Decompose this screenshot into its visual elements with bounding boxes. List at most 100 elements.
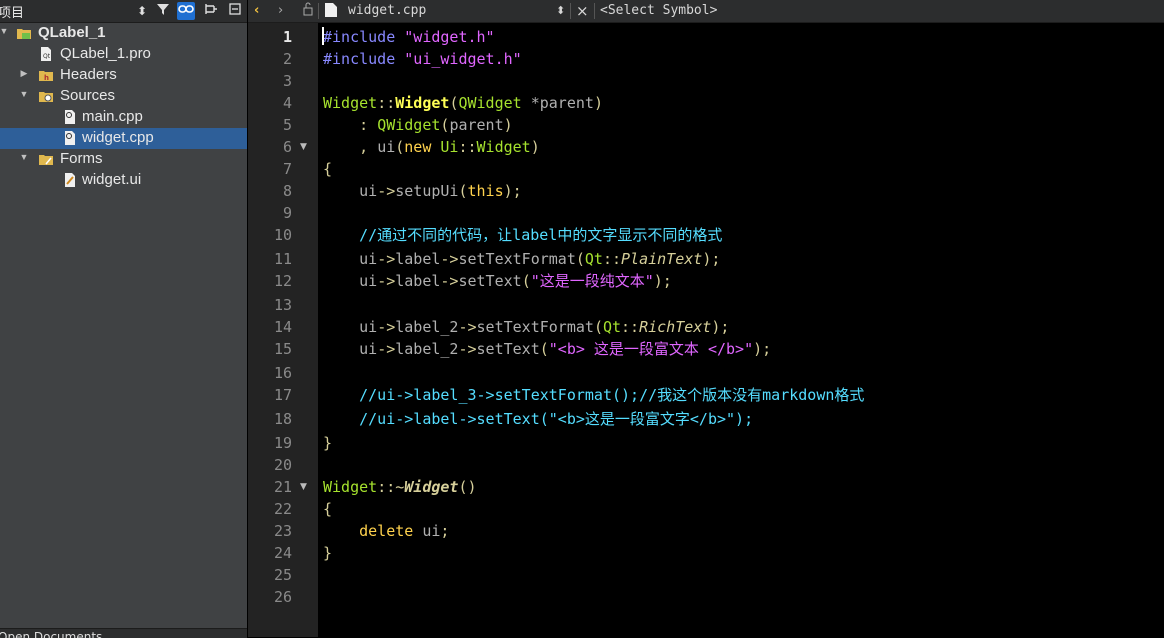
line-number[interactable]: 10 bbox=[248, 224, 292, 246]
line-number[interactable]: 14 bbox=[248, 316, 292, 338]
lock-icon[interactable] bbox=[302, 2, 314, 22]
line-number[interactable]: 20 bbox=[248, 454, 292, 476]
line-number[interactable]: 8 bbox=[248, 180, 292, 202]
code-line: , ui(new Ui::Widget) bbox=[359, 138, 540, 156]
tree-item-label: QLabel_1.pro bbox=[60, 45, 151, 62]
code-line: : QWidget(parent) bbox=[359, 116, 513, 134]
line-number[interactable]: 2 bbox=[248, 48, 292, 70]
pro-file-icon: Qt bbox=[38, 46, 54, 62]
code-line: ui->label->setTextFormat(Qt::PlainText); bbox=[359, 250, 721, 268]
toolbar-separator bbox=[570, 3, 571, 19]
tree-item-label: Sources bbox=[60, 87, 116, 104]
line-number[interactable]: 6 bbox=[248, 136, 292, 158]
line-number[interactable]: 13 bbox=[248, 294, 292, 316]
code-line: Widget::Widget(QWidget *parent) bbox=[323, 94, 603, 112]
line-number[interactable]: 7 bbox=[248, 158, 292, 180]
line-number[interactable]: 23 bbox=[248, 520, 292, 542]
collapse-arrow-icon[interactable]: ▼ bbox=[18, 89, 30, 99]
project-pane: 项目 ⬍ ▼ QLabel_1 Qt QLabel_1.pro ▶ h Head… bbox=[0, 0, 247, 638]
sort-arrows-icon[interactable]: ⬍ bbox=[133, 2, 151, 20]
cpp-file-icon bbox=[62, 130, 78, 146]
code-line: #include "ui_widget.h" bbox=[323, 50, 522, 68]
line-number[interactable]: 12 bbox=[248, 270, 292, 292]
line-number[interactable]: 15 bbox=[248, 338, 292, 360]
cpp-file-icon bbox=[62, 109, 78, 125]
close-pane-icon[interactable] bbox=[226, 2, 244, 20]
tree-item-label: main.cpp bbox=[82, 108, 143, 125]
forward-arrow-icon[interactable]: › bbox=[278, 2, 283, 20]
line-number[interactable]: 19 bbox=[248, 432, 292, 454]
code-line: //通过不同的代码，让label中的文字显示不同的格式 bbox=[359, 226, 723, 244]
tree-item-sources[interactable]: ▼ Sources bbox=[0, 86, 247, 107]
ui-file-icon bbox=[62, 172, 78, 188]
svg-text:h: h bbox=[44, 74, 49, 82]
link-with-editor-icon[interactable] bbox=[177, 2, 195, 20]
back-arrow-icon[interactable]: ‹ bbox=[254, 2, 259, 20]
code-line: #include "widget.h" bbox=[323, 28, 495, 46]
tree-item-label: Headers bbox=[60, 66, 117, 83]
line-number-gutter: 1 2 3 4 5 6 7 8 9 10 11 12 13 14 15 16 17 18 19 20 21 22 23 24 2… bbox=[248, 23, 318, 637]
code-line: delete ui; bbox=[359, 522, 450, 540]
line-number[interactable]: 25 bbox=[248, 564, 292, 586]
tree-item-headers[interactable]: ▶ h Headers bbox=[0, 65, 247, 86]
sources-folder-icon bbox=[38, 88, 54, 104]
line-number[interactable]: 9 bbox=[248, 202, 292, 224]
code-line: //ui->label_3->setTextFormat();//我这个版本没有… bbox=[359, 386, 865, 404]
code-line: { bbox=[323, 160, 333, 178]
line-number[interactable]: 11 bbox=[248, 248, 292, 270]
code-line: ui->label->setText("这是一段纯文本"); bbox=[359, 272, 672, 290]
code-editor[interactable]: #include "widget.h" #include "ui_widget.… bbox=[319, 23, 1164, 637]
tree-item-pro-file[interactable]: Qt QLabel_1.pro bbox=[0, 44, 247, 65]
line-number[interactable]: 26 bbox=[248, 586, 292, 608]
line-number[interactable]: 5 bbox=[248, 114, 292, 136]
code-line: ui->label_2->setTextFormat(Qt::RichText)… bbox=[359, 318, 730, 336]
tree-item-forms[interactable]: ▼ Forms bbox=[0, 149, 247, 170]
expand-arrow-icon[interactable]: ▶ bbox=[18, 68, 30, 79]
line-number[interactable]: 3 bbox=[248, 70, 292, 92]
line-number[interactable]: 4 bbox=[248, 92, 292, 114]
project-folder-icon bbox=[16, 25, 32, 41]
code-line: } bbox=[323, 544, 333, 562]
tree-item-label: widget.cpp bbox=[82, 129, 154, 146]
project-pane-toolbar: 项目 ⬍ bbox=[0, 0, 247, 23]
line-number[interactable]: 22 bbox=[248, 498, 292, 520]
close-document-icon[interactable]: × bbox=[576, 2, 589, 20]
line-number[interactable]: 1 bbox=[248, 26, 292, 48]
toolbar-separator bbox=[318, 3, 319, 19]
filter-icon[interactable] bbox=[154, 2, 172, 20]
text-cursor bbox=[322, 27, 324, 45]
code-line: ui->setupUi(this); bbox=[359, 182, 522, 200]
collapse-arrow-icon[interactable]: ▼ bbox=[18, 152, 30, 162]
line-number[interactable]: 16 bbox=[248, 362, 292, 384]
svg-text:Qt: Qt bbox=[43, 53, 51, 60]
line-number[interactable]: 24 bbox=[248, 542, 292, 564]
collapse-arrow-icon[interactable]: ▼ bbox=[0, 26, 10, 36]
line-number[interactable]: 18 bbox=[248, 408, 292, 430]
document-icon bbox=[324, 2, 338, 24]
headers-folder-icon: h bbox=[38, 67, 54, 83]
line-number[interactable]: 17 bbox=[248, 384, 292, 406]
tree-item-label: widget.ui bbox=[82, 171, 142, 188]
file-selector[interactable]: widget.cpp bbox=[348, 2, 426, 20]
code-line: //ui->label->setText("<b>这是一段富文字</b>"); bbox=[359, 410, 754, 428]
code-line: } bbox=[323, 434, 333, 452]
tree-item-widget-cpp[interactable]: widget.cpp bbox=[0, 128, 247, 149]
toolbar-separator bbox=[594, 3, 595, 19]
code-line: ui->label_2->setText("<b> 这是一段富文本 </b>")… bbox=[359, 340, 772, 358]
code-line: Widget::~Widget() bbox=[323, 478, 477, 496]
tree-item-project[interactable]: ▼ QLabel_1 bbox=[0, 23, 247, 44]
split-icon[interactable] bbox=[202, 2, 220, 20]
fold-marker-icon[interactable]: ▼ bbox=[300, 482, 307, 492]
tree-item-main-cpp[interactable]: main.cpp bbox=[0, 107, 247, 128]
editor-toolbar: ‹ › widget.cpp ⬍ × <Select Symbol> bbox=[248, 0, 1164, 23]
tree-item-label: Forms bbox=[60, 150, 103, 167]
fold-marker-icon[interactable]: ▼ bbox=[300, 142, 307, 152]
code-line: { bbox=[323, 500, 333, 518]
tree-item-widget-ui[interactable]: widget.ui bbox=[0, 170, 247, 191]
forms-folder-icon bbox=[38, 151, 54, 167]
tree-item-label: QLabel_1 bbox=[38, 24, 106, 41]
file-selector-dropdown-icon[interactable]: ⬍ bbox=[556, 2, 565, 20]
symbol-selector[interactable]: <Select Symbol> bbox=[600, 2, 717, 20]
project-pane-title: 项目 bbox=[0, 6, 25, 21]
line-number[interactable]: 21 bbox=[248, 476, 292, 498]
